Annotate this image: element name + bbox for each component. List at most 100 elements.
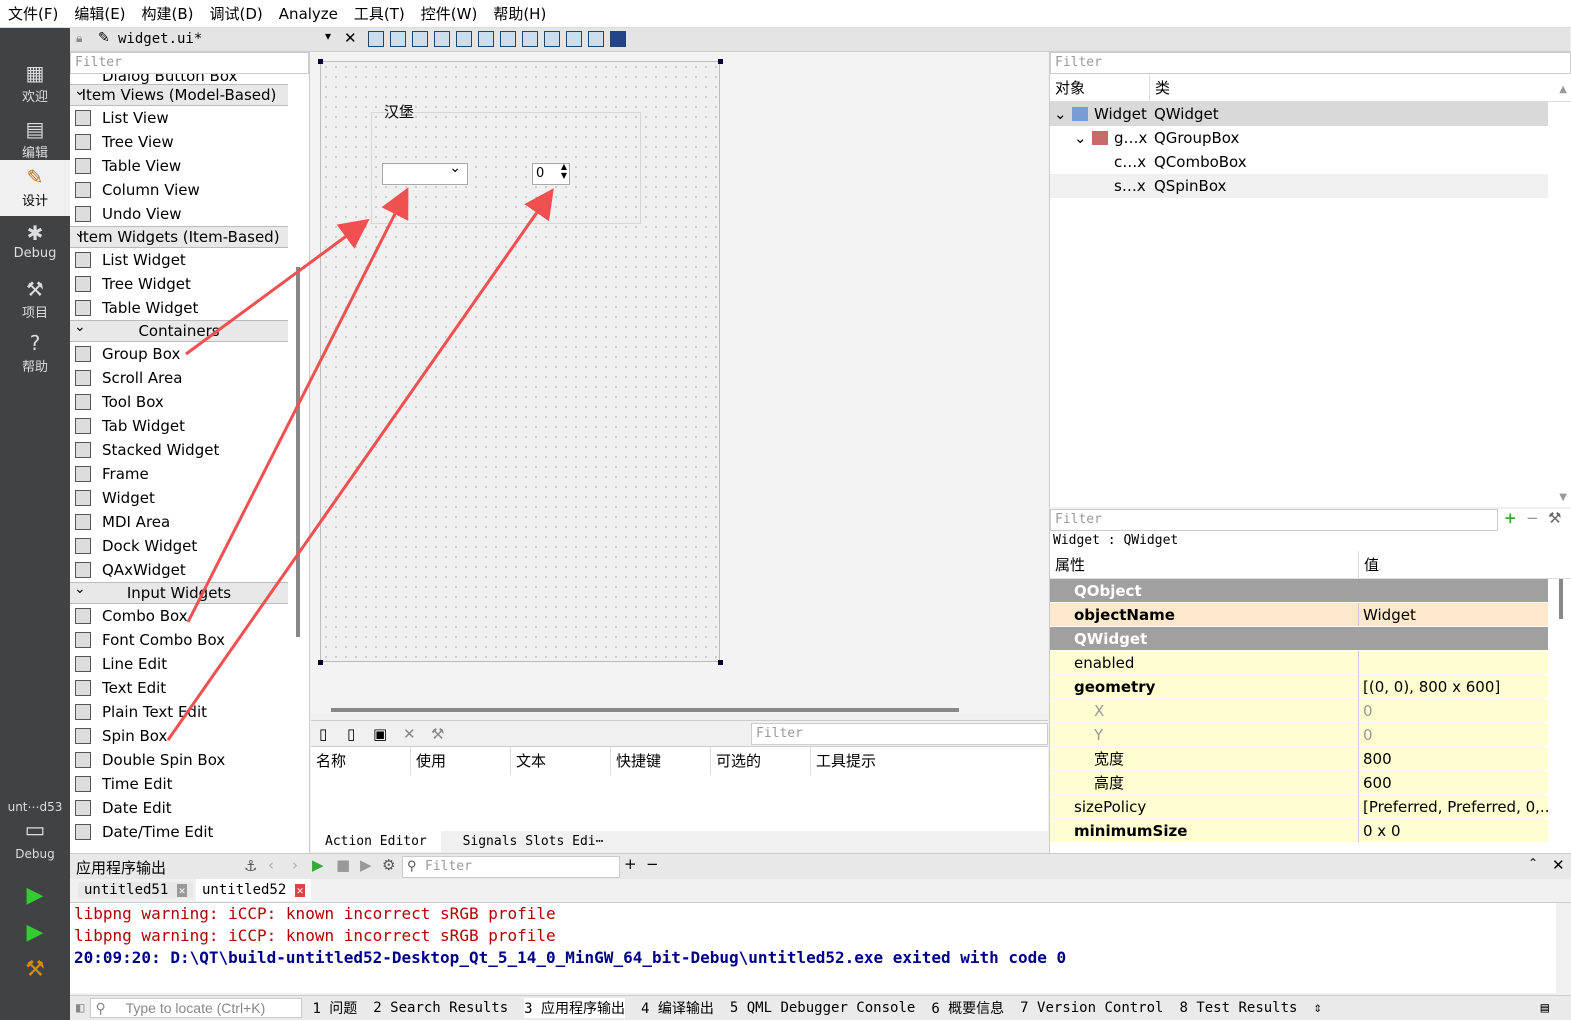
property-row[interactable]: 宽度 800: [1050, 747, 1548, 771]
remove-property-icon[interactable]: −: [1526, 509, 1539, 527]
property-row[interactable]: X0: [1050, 699, 1548, 723]
run-icon[interactable]: ▶: [312, 856, 324, 874]
widget-item[interactable]: Table View: [70, 154, 309, 178]
edit-widgets-icon[interactable]: [368, 31, 384, 47]
menu-tools[interactable]: 工具(T): [346, 3, 413, 24]
form-canvas[interactable]: 汉堡 0▲▼: [320, 61, 720, 662]
widget-category[interactable]: Input Widgets: [70, 579, 288, 604]
widget-item[interactable]: List Widget: [70, 248, 309, 272]
widget-item[interactable]: Table Widget: [70, 296, 309, 320]
build-hammer-icon[interactable]: ⚒: [0, 957, 70, 982]
widget-item[interactable]: Tree Widget: [70, 272, 309, 296]
widget-item[interactable]: Widget: [70, 486, 309, 510]
column-header[interactable]: 可选的: [711, 747, 811, 775]
property-value[interactable]: 0: [1359, 699, 1548, 722]
mode-projects[interactable]: ⚒ 项目: [0, 272, 70, 328]
debug-icon[interactable]: ▶: [360, 856, 372, 874]
column-header[interactable]: 快捷键: [611, 747, 711, 775]
layout-horizontal-icon[interactable]: [456, 31, 472, 47]
widget-item[interactable]: Time Edit: [70, 772, 309, 796]
menu-analyze[interactable]: Analyze: [271, 5, 346, 23]
property-value[interactable]: [Preferred, Preferred, 0,...: [1359, 795, 1548, 818]
tree-row[interactable]: ⌄ g…x QGroupBox: [1050, 126, 1571, 150]
column-header[interactable]: 使用: [411, 747, 511, 775]
run-icon[interactable]: ▶: [0, 883, 70, 908]
pane-test-results[interactable]: 8 Test Results: [1179, 1000, 1297, 1016]
scroll-down-icon[interactable]: ▼: [1559, 492, 1567, 503]
column-header[interactable]: 名称: [311, 747, 411, 775]
more-panes-icon[interactable]: ⇕: [1313, 1000, 1321, 1016]
property-value[interactable]: 800: [1359, 747, 1548, 770]
property-value[interactable]: 0: [1359, 723, 1548, 746]
pane-qml-console[interactable]: 5 QML Debugger Console: [730, 1000, 915, 1016]
widget-item[interactable]: Stacked Widget: [70, 438, 309, 462]
action-filter-input[interactable]: Filter: [751, 723, 1048, 745]
spin-arrows-icon[interactable]: ▲ ▼: [561, 162, 567, 180]
layout-form-icon[interactable]: [544, 31, 560, 47]
widget-item[interactable]: Dock Widget: [70, 534, 309, 558]
menu-edit[interactable]: 编辑(E): [66, 3, 133, 24]
output-toggle-icon[interactable]: ▤: [1541, 1000, 1549, 1016]
chevron-down-icon[interactable]: ⌄: [1074, 126, 1087, 150]
widget-item[interactable]: Tool Box: [70, 390, 309, 414]
menu-debug[interactable]: 调试(D): [202, 3, 271, 24]
settings-icon[interactable]: ⚙: [382, 856, 395, 874]
resize-handle[interactable]: [318, 59, 323, 64]
tab-action-editor[interactable]: Action Editor: [311, 831, 441, 852]
widget-item[interactable]: QAxWidget: [70, 558, 309, 582]
widget-box-scrollbar[interactable]: [296, 267, 300, 637]
close-icon[interactable]: ✕: [344, 29, 357, 47]
property-row[interactable]: geometry [(0, 0), 800 x 600]: [1050, 675, 1548, 699]
widget-item[interactable]: Tab Widget: [70, 414, 309, 438]
property-row[interactable]: 高度 600: [1050, 771, 1548, 795]
tab-signals-slots[interactable]: Signals Slots Edi⋯: [449, 831, 618, 852]
edit-tab-order-icon[interactable]: [434, 31, 450, 47]
widget-category[interactable]: Containers: [70, 317, 288, 342]
column-header[interactable]: 类: [1150, 74, 1170, 101]
tab-untitled52[interactable]: untitled52 ✕: [196, 879, 312, 901]
adjust-size-icon[interactable]: [610, 31, 626, 47]
column-header[interactable]: 工具提示: [811, 747, 911, 775]
widget-item[interactable]: Group Box: [70, 342, 309, 366]
tab-untitled51[interactable]: untitled51 ✕: [78, 882, 194, 898]
mode-help[interactable]: ? 帮助: [0, 326, 70, 382]
next-icon[interactable]: ›: [292, 856, 298, 874]
edit-signals-icon[interactable]: [390, 31, 406, 47]
close-icon[interactable]: ✕: [176, 884, 188, 897]
column-header[interactable]: 属性: [1050, 551, 1359, 578]
form-hscrollbar[interactable]: [331, 708, 959, 712]
break-layout-icon[interactable]: [588, 31, 604, 47]
resize-handle[interactable]: [318, 660, 323, 665]
widget-item[interactable]: Tree View: [70, 130, 309, 154]
pane-issues[interactable]: 1 问题: [312, 998, 357, 1018]
zoom-out-icon[interactable]: −: [646, 855, 659, 873]
menu-widgets[interactable]: 控件(W): [413, 3, 486, 24]
tree-row[interactable]: s…x QSpinBox: [1050, 174, 1548, 198]
widget-item[interactable]: Frame: [70, 462, 309, 486]
widget-item[interactable]: Column View: [70, 178, 309, 202]
property-value[interactable]: [1359, 627, 1548, 650]
widget-item[interactable]: Line Edit: [70, 652, 309, 676]
paste-action-icon[interactable]: ▣: [373, 725, 387, 743]
property-value[interactable]: 600: [1359, 771, 1548, 794]
menu-file[interactable]: 文件(F): [0, 3, 66, 24]
widget-item[interactable]: Scroll Area: [70, 366, 309, 390]
copy-action-icon[interactable]: ▯: [347, 725, 355, 743]
spin-box[interactable]: 0 ▲ ▼: [532, 162, 570, 185]
delete-action-icon[interactable]: ✕: [403, 725, 416, 743]
new-action-icon[interactable]: ▯: [319, 725, 327, 743]
pane-compile-output[interactable]: 4 编译输出: [641, 998, 714, 1018]
property-row[interactable]: Y0: [1050, 723, 1548, 747]
widget-item[interactable]: Font Combo Box: [70, 628, 309, 652]
property-row[interactable]: objectName Widget: [1050, 603, 1548, 627]
widget-item[interactable]: Double Spin Box: [70, 748, 309, 772]
pane-version-control[interactable]: 7 Version Control: [1020, 1000, 1163, 1016]
mode-debug[interactable]: ✱ Debug: [0, 216, 70, 272]
clipped-item[interactable]: Dialog Button Box: [70, 74, 309, 84]
resize-handle[interactable]: [718, 660, 723, 665]
column-header[interactable]: 文本: [511, 747, 611, 775]
pane-general-messages[interactable]: 6 概要信息: [931, 998, 1004, 1018]
open-file-name[interactable]: widget.ui*: [118, 31, 202, 47]
chevron-down-icon[interactable]: ▾: [325, 29, 331, 43]
pane-app-output[interactable]: 3 应用程序输出: [524, 998, 626, 1018]
